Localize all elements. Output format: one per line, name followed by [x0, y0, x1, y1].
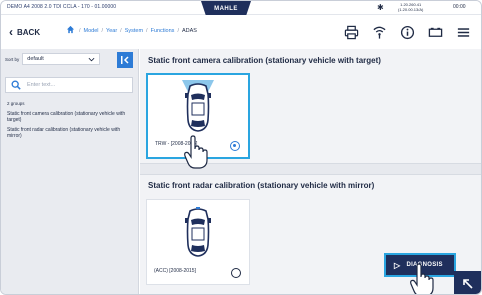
sidebar: Sort by default 2 groups Static front ca…	[1, 49, 139, 294]
print-icon[interactable]	[341, 22, 361, 42]
search-icon	[11, 80, 21, 90]
breadcrumb-model[interactable]: Model	[84, 28, 99, 34]
breadcrumb-system[interactable]: System	[125, 28, 143, 34]
version-readout: 1.20.260.41 (1.20.00.13/A)	[398, 2, 423, 12]
chevron-down-icon	[88, 57, 95, 61]
calibration-card-camera[interactable]: TRW - [2008-2015]	[146, 73, 250, 159]
section-title-camera: Static front camera calibration (station…	[148, 56, 381, 65]
back-button[interactable]: ‹ BACK	[9, 24, 40, 40]
battery-icon[interactable]	[425, 22, 445, 42]
group-item-radar[interactable]: Static front radar calibration (stationa…	[7, 127, 133, 139]
arrow-up-left-icon	[462, 278, 473, 289]
toolbar	[341, 22, 473, 42]
clock: 00:00	[453, 4, 466, 10]
status-bar: DEMO A4 2008 2.0 TDI CCLA - 170 - 01.000…	[1, 1, 481, 19]
diagnosis-label: DIAGNOSIS	[406, 262, 443, 268]
diagnosis-button[interactable]: ▷ DIAGNOSIS	[384, 253, 456, 277]
collapse-corner-button[interactable]	[454, 271, 481, 294]
menu-icon[interactable]	[453, 22, 473, 42]
breadcrumb-year[interactable]: Year	[106, 28, 117, 34]
car-camera-illustration	[148, 75, 248, 137]
play-icon: ▷	[394, 260, 401, 270]
groups-count: 2 groups	[7, 101, 25, 106]
sort-value: default	[27, 56, 44, 62]
breadcrumb-current: ADAS	[181, 28, 197, 34]
version-line-2: (1.20.00.13/A)	[398, 7, 424, 12]
group-list: Static front camera calibration (station…	[7, 111, 133, 143]
vehicle-info: DEMO A4 2008 2.0 TDI CCLA - 170 - 01.000…	[7, 4, 117, 10]
section-title-radar: Static front radar calibration (stationa…	[148, 181, 375, 190]
card-label-radar: (ACC) [2008-2015]	[154, 268, 196, 274]
collapse-panel-button[interactable]	[117, 52, 133, 68]
main-content: Static front camera calibration (station…	[140, 49, 481, 294]
card-label-camera: TRW - [2008-2015]	[155, 141, 198, 147]
breadcrumb: / Model / Year / System / Functions / AD…	[79, 28, 197, 34]
radio-radar[interactable]	[231, 268, 241, 278]
group-item-camera[interactable]: Static front camera calibration (station…	[7, 111, 133, 123]
sort-dropdown[interactable]: default	[22, 53, 101, 65]
wifi-icon[interactable]	[369, 22, 389, 42]
radio-camera[interactable]	[230, 141, 240, 151]
bluetooth-icon: ✱	[377, 3, 384, 12]
section-divider	[140, 163, 481, 175]
calibration-card-radar[interactable]: (ACC) [2008-2015]	[146, 199, 250, 285]
info-icon[interactable]	[397, 22, 417, 42]
nav-bar: ‹ BACK / Model / Year / System / Functio…	[1, 15, 481, 49]
breadcrumb-functions[interactable]: Functions	[151, 28, 175, 34]
home-icon[interactable]	[66, 25, 75, 36]
app-window: DEMO A4 2008 2.0 TDI CCLA - 170 - 01.000…	[0, 0, 482, 295]
chevron-left-icon: ‹	[9, 25, 13, 39]
collapse-left-icon	[121, 56, 129, 64]
back-label: BACK	[17, 27, 41, 37]
search-input[interactable]	[27, 82, 127, 88]
search-box[interactable]	[5, 77, 133, 93]
sort-label: Sort by	[5, 56, 20, 62]
sort-row: Sort by default	[5, 53, 101, 65]
car-radar-illustration	[147, 200, 249, 262]
